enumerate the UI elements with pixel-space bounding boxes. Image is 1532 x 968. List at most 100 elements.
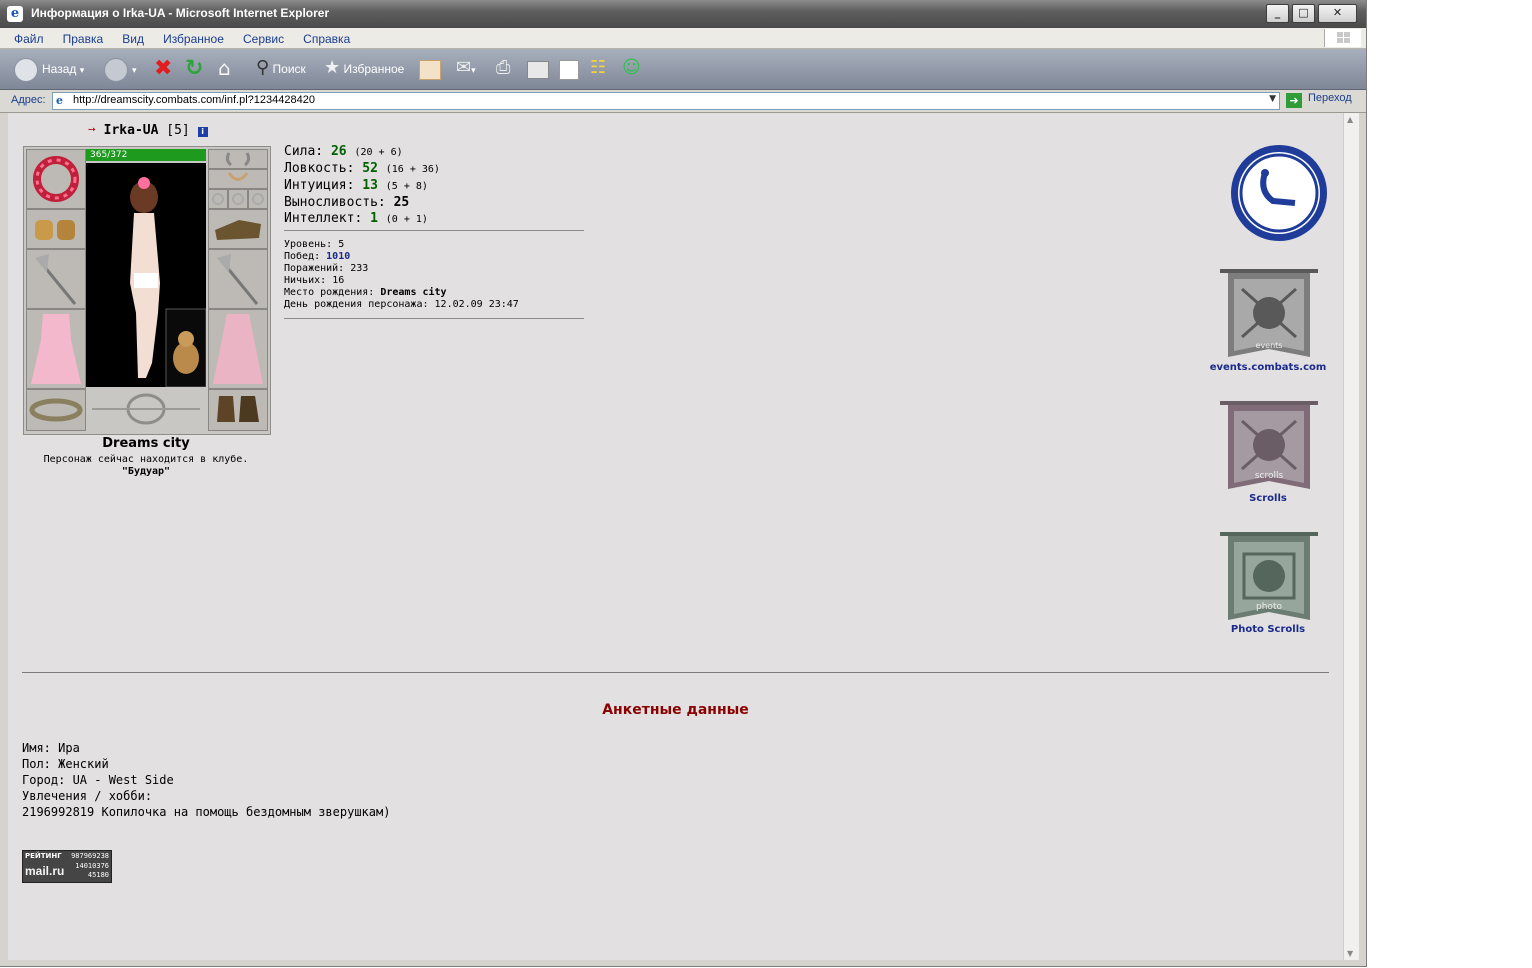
ring-slot-2[interactable]	[228, 189, 248, 209]
research-icon: ☷	[590, 57, 607, 78]
star-icon: ★	[324, 57, 341, 78]
gloves-icon	[215, 220, 261, 240]
boots-icon	[217, 396, 259, 422]
profile-data: Имя: Ира Пол: Женский Город: UA - West S…	[22, 740, 390, 820]
go-arrow-icon[interactable]: ➜	[1286, 93, 1302, 108]
stat-endurance: Выносливость: 25	[284, 195, 410, 210]
scroll-down-icon[interactable]: ▼	[1347, 949, 1353, 958]
favorites-button[interactable]: ★ Избранное	[324, 56, 404, 82]
menu-bar: Файл Правка Вид Избранное Сервис Справка	[0, 28, 1366, 49]
character-city: Dreams city	[102, 436, 190, 451]
character-name-line: ➙ Irka-UA [5] i	[88, 123, 208, 138]
address-dropdown-icon[interactable]: ▼	[1269, 94, 1276, 104]
belt-slot[interactable]	[26, 389, 86, 431]
character-name[interactable]: Irka-UA	[104, 123, 159, 138]
back-arrow-icon	[14, 57, 38, 82]
window-title: Информация о Irka-UA - Microsoft Interne…	[31, 6, 330, 20]
ring-slot-3[interactable]	[248, 189, 268, 209]
page-icon: e	[56, 94, 63, 107]
scroll-up-icon[interactable]: ▲	[1347, 115, 1353, 124]
mail-button[interactable]: ✉▾	[456, 56, 476, 82]
emblem-image	[86, 389, 206, 429]
stop-button[interactable]: ✖	[154, 56, 172, 82]
ring-icon	[212, 193, 224, 205]
history-button[interactable]	[419, 56, 441, 82]
info-draws: Ничьих: 16	[284, 275, 345, 286]
earrings-icon	[225, 152, 251, 167]
club-text: Персонаж сейчас находится в клубе.	[43, 454, 249, 465]
refresh-button[interactable]: ↻	[185, 56, 203, 82]
character-level: [5]	[166, 123, 190, 138]
address-label: Адрес:	[11, 94, 46, 106]
stat-intuition: Интуиция: 13 (5 + 8)	[284, 178, 428, 193]
info-losses: Поражений: 233	[284, 263, 369, 274]
note-icon	[559, 59, 579, 80]
maximize-button[interactable]: □	[1292, 4, 1315, 23]
back-button[interactable]: Назад ▾	[14, 56, 84, 82]
scrolls-link[interactable]: Scrolls	[1203, 493, 1333, 504]
home-button[interactable]: ⌂	[218, 56, 231, 82]
go-button[interactable]: Переход	[1308, 92, 1352, 104]
scrolls-banner-icon[interactable]: scrolls	[1218, 399, 1320, 495]
mail-rating-counter[interactable]: РЕЙТИНГ 987969238 14010376 45180 mail.ru	[22, 850, 112, 883]
menu-view[interactable]: Вид	[122, 32, 144, 46]
menu-file[interactable]: Файл	[14, 32, 44, 46]
photo-banner-icon[interactable]: photo	[1218, 530, 1320, 626]
info-birthday: День рождения персонажа: 12.02.09 23:47	[284, 299, 519, 310]
helmet-slot[interactable]	[26, 149, 86, 209]
ring-slot-1[interactable]	[208, 189, 228, 209]
research-button[interactable]: ☷	[590, 56, 606, 82]
forward-button[interactable]: ▾	[104, 56, 137, 82]
stat-agility: Ловкость: 52 (16 + 36)	[284, 161, 440, 176]
messenger-button[interactable]: ☺	[622, 56, 641, 82]
events-banner-icon[interactable]: events	[1218, 267, 1320, 363]
discuss-button[interactable]	[559, 56, 579, 82]
search-button[interactable]: ⚲ Поиск	[256, 56, 306, 82]
vertical-scrollbar[interactable]: ▲ ▼	[1343, 113, 1359, 960]
events-badge: events	[1255, 341, 1283, 350]
title-bar: e Информация о Irka-UA - Microsoft Inter…	[0, 0, 1366, 28]
gloves-slot[interactable]	[208, 209, 268, 249]
ring-icon	[232, 193, 244, 205]
minimize-button[interactable]: _	[1266, 4, 1289, 23]
print-button[interactable]: ⎙	[496, 56, 510, 82]
ie-icon: e	[7, 6, 23, 22]
address-url: http://dreamscity.combats.com/inf.pl?123…	[73, 94, 315, 106]
menu-edit[interactable]: Правка	[63, 32, 104, 46]
pink-cloak-icon	[213, 314, 263, 384]
info-icon[interactable]: i	[197, 127, 208, 137]
info-level: Уровень: 5	[284, 239, 345, 250]
align-emblem-icon[interactable]	[1229, 143, 1329, 243]
boots-slot[interactable]	[208, 389, 268, 431]
info-birthplace: Место рождения: Dreams city	[284, 287, 447, 298]
profile-city: Город: UA - West Side	[22, 773, 174, 787]
profile-hobby: Увлечения / хобби:	[22, 789, 153, 803]
armor-slot[interactable]	[26, 309, 86, 389]
club-name[interactable]: "Будуар"	[23, 466, 269, 477]
menu-favorites[interactable]: Избранное	[163, 32, 224, 46]
events-link[interactable]: events.combats.com	[1203, 362, 1333, 373]
edit-icon	[527, 60, 549, 79]
hp-value: 365/372	[90, 150, 128, 160]
cloak-slot[interactable]	[208, 309, 268, 389]
stat-intellect: Интеллект: 1 (0 + 1)	[284, 211, 428, 226]
menu-tools[interactable]: Сервис	[243, 32, 284, 46]
menu-help[interactable]: Справка	[303, 32, 350, 46]
edit-button[interactable]	[527, 56, 549, 82]
left-weapon-slot[interactable]	[26, 249, 86, 309]
stats-block: Сила: 26 (20 + 6) Ловкость: 52 (16 + 36)…	[284, 144, 440, 228]
search-icon: ⚲	[256, 57, 270, 78]
bracers-slot[interactable]	[26, 209, 86, 249]
address-input[interactable]: e http://dreamscity.combats.com/inf.pl?1…	[52, 92, 1280, 110]
photo-scrolls-link[interactable]: Photo Scrolls	[1203, 624, 1333, 635]
page-content: ➙ Irka-UA [5] i 365/372 Dreams city Перс…	[8, 113, 1343, 960]
earrings-slot[interactable]	[208, 149, 268, 169]
toolbar: Назад ▾ ▾ ✖ ↻ ⌂ ⚲ Поиск ★ Избранное ✉▾ ⎙…	[0, 49, 1366, 90]
profile-title: Анкетные данные	[602, 702, 749, 718]
info-wins: Побед: 1010	[284, 251, 351, 262]
messenger-icon: ☺	[622, 57, 641, 78]
right-weapon-slot[interactable]	[208, 249, 268, 309]
amulet-icon	[227, 172, 249, 181]
close-button[interactable]: ✕	[1318, 4, 1357, 23]
amulet-slot[interactable]	[208, 169, 268, 189]
